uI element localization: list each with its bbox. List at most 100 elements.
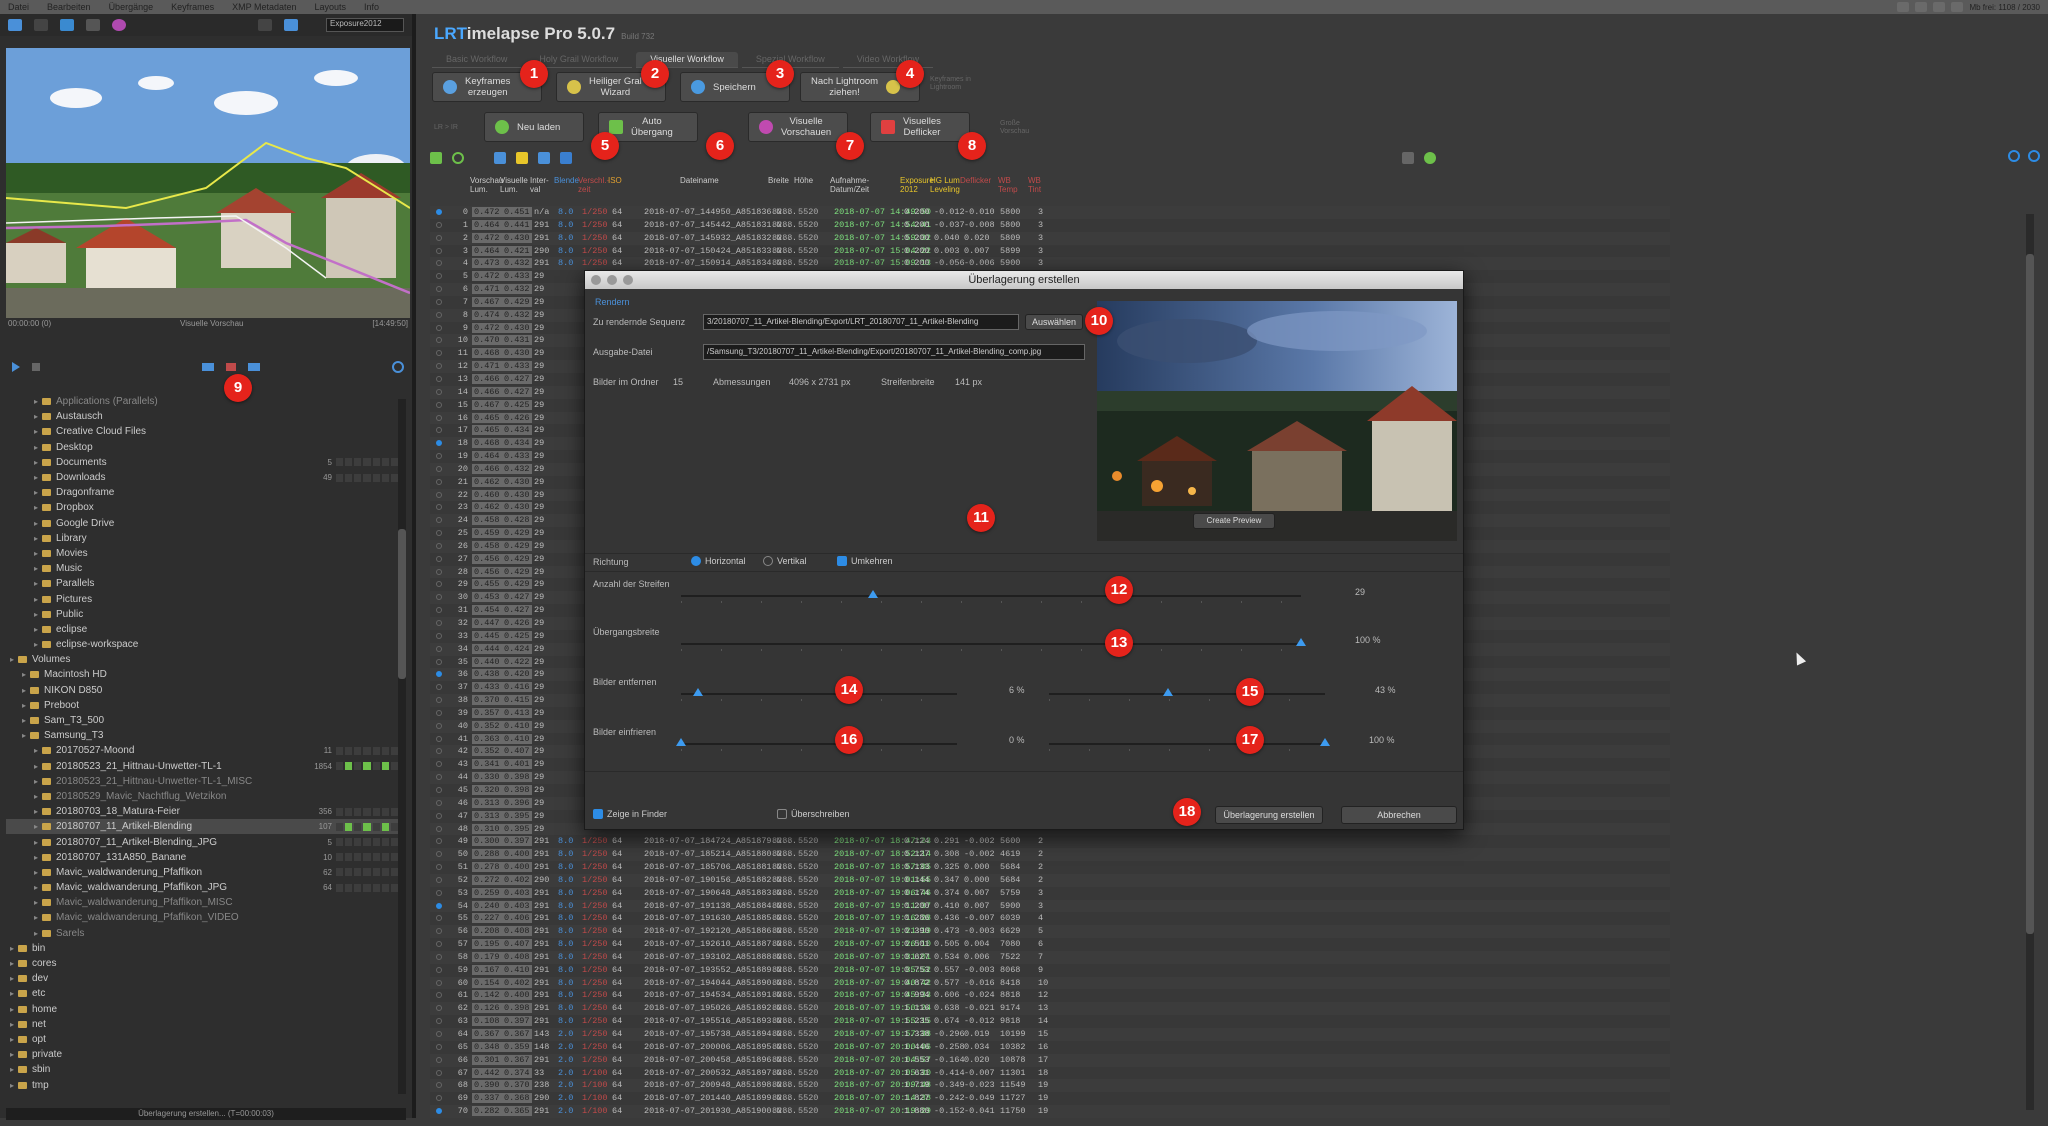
folder-tree-item[interactable]: ▸ eclipse — [6, 622, 398, 637]
folder-tree-item[interactable]: ▸ cores — [6, 956, 398, 971]
folder-tree-item[interactable]: ▸ Public — [6, 607, 398, 622]
table-row[interactable]: 56 0.208 0.408 291 8.0 1/250 64 2018-07-07_1921… — [430, 925, 1670, 939]
row-marker-icon[interactable] — [436, 414, 442, 421]
folder-tree-item[interactable]: ▸ Library — [6, 531, 398, 546]
menu-item-xmp[interactable]: XMP Metadaten — [232, 2, 296, 12]
folder-tree-item[interactable]: ▸ Documents 5 — [6, 455, 398, 470]
folder-tree-item[interactable]: ▸ Applications (Parallels) — [6, 394, 398, 409]
freeze-left-slider[interactable] — [676, 737, 957, 751]
disclosure-icon[interactable]: ▸ — [34, 412, 42, 421]
visual-deflicker-button[interactable]: Visuelles Deflicker — [870, 112, 970, 142]
parameter-field[interactable]: Exposure2012 — [326, 18, 404, 32]
folder-tree-item[interactable]: ▸ Desktop — [6, 440, 398, 455]
folder-tree-item[interactable]: ▸ net — [6, 1017, 398, 1032]
folder-tree-item[interactable]: ▸ 20180523_21_Hittnau-Unwetter-TL-1 1854 — [6, 759, 398, 774]
table-row[interactable]: 64 0.367 0.367 143 2.0 1/250 64 2018-07-07_1957… — [430, 1028, 1670, 1041]
row-marker-icon[interactable] — [436, 247, 442, 254]
menu-item-datei[interactable]: Datei — [8, 2, 29, 12]
play-green-icon[interactable] — [1424, 152, 1436, 164]
close-icon[interactable] — [591, 275, 601, 285]
table-row[interactable]: 49 0.300 0.397 291 8.0 1/250 64 2018-07-07_1847… — [430, 835, 1670, 849]
export-icon[interactable] — [494, 152, 506, 164]
row-marker-icon[interactable] — [436, 774, 442, 781]
visual-previews-button[interactable]: Visuelle Vorschauen — [748, 112, 848, 142]
row-marker-icon[interactable] — [436, 555, 442, 562]
table-row[interactable]: 4 0.473 0.432 291 8.0 1/250 64 2018-07-07_15091… — [430, 257, 1670, 271]
row-marker-icon[interactable] — [436, 992, 442, 999]
table-row[interactable]: 55 0.227 0.406 291 8.0 1/250 64 2018-07-07_1916… — [430, 912, 1670, 926]
folder-tree-item[interactable]: ▸ Austausch — [6, 409, 398, 424]
freeze-right-slider[interactable] — [1049, 737, 1330, 751]
table-row[interactable]: 58 0.179 0.408 291 8.0 1/250 64 2018-07-07_1931… — [430, 950, 1670, 964]
row-marker-icon[interactable] — [436, 453, 442, 460]
folder-tree-item[interactable]: ▸ Dragonframe — [6, 485, 398, 500]
row-marker-icon[interactable] — [436, 530, 442, 537]
folder-tree-item[interactable]: ▸ Downloads 49 — [6, 470, 398, 485]
folder-tree-item[interactable]: ▸ Mavic_waldwanderung_Pfaffikon_VIDEO — [6, 910, 398, 925]
disclosure-icon[interactable]: ▸ — [34, 746, 42, 755]
column-header[interactable]: Aufnahme- Datum/Zeit — [830, 176, 869, 194]
table-row[interactable]: 63 0.108 0.397 291 8.0 1/250 64 2018-07-07_1955… — [430, 1015, 1670, 1028]
folder-tree-item[interactable]: ▸ sbin — [6, 1062, 398, 1077]
table-row[interactable]: 50 0.288 0.400 291 8.0 1/250 64 2018-07-07_1852… — [430, 848, 1670, 862]
row-marker-icon[interactable] — [436, 761, 442, 768]
folder-tree-item[interactable]: ▸ tmp — [6, 1077, 398, 1092]
folder-tree-item[interactable]: ▸ Volumes — [6, 652, 398, 667]
row-marker-icon[interactable] — [436, 311, 442, 318]
row-marker-icon[interactable] — [436, 620, 442, 626]
table-row[interactable]: 69 0.337 0.368 290 2.0 1/100 64 2018-07-07_2014… — [430, 1092, 1670, 1106]
folder-tree-item[interactable]: ▸ Mavic_waldwanderung_Pfaffikon_MISC — [6, 895, 398, 910]
menu-item-layouts[interactable]: Layouts — [315, 2, 347, 12]
row-marker-icon[interactable] — [436, 645, 442, 652]
row-marker-icon[interactable] — [436, 568, 442, 575]
row-marker-icon[interactable] — [436, 298, 442, 305]
table-row[interactable]: 51 0.278 0.400 291 8.0 1/250 64 2018-07-07_1857… — [430, 861, 1670, 874]
disclosure-icon[interactable]: ▸ — [34, 579, 42, 588]
column-header[interactable]: Deflicker — [960, 176, 991, 185]
filter-dark-icon[interactable] — [248, 363, 260, 371]
disclosure-icon[interactable]: ▸ — [34, 929, 42, 938]
sequence-field[interactable]: 3/20180707_11_Artikel-Blending/Export/LR… — [703, 314, 1019, 330]
row-marker-icon[interactable] — [436, 838, 442, 845]
disclosure-icon[interactable]: ▸ — [10, 1005, 18, 1014]
disclosure-icon[interactable]: ▸ — [34, 838, 42, 847]
column-header[interactable]: Verschl.- zeit — [578, 176, 609, 194]
folder-tree-item[interactable]: ▸ Parallels — [6, 576, 398, 591]
row-marker-icon[interactable] — [436, 799, 442, 806]
disclosure-icon[interactable]: ▸ — [10, 1050, 18, 1059]
strips-slider[interactable] — [681, 589, 1301, 603]
folder-tree-item[interactable]: ▸ bin — [6, 941, 398, 956]
row-marker-icon[interactable] — [436, 465, 442, 472]
disclosure-icon[interactable]: ▸ — [34, 534, 42, 543]
row-marker-icon[interactable] — [436, 941, 442, 948]
folder-tree-item[interactable]: ▸ eclipse-workspace — [6, 637, 398, 652]
row-marker-icon[interactable] — [436, 1069, 442, 1076]
menu-item-uebergaenge[interactable]: Übergänge — [109, 2, 154, 12]
disclosure-icon[interactable]: ▸ — [34, 898, 42, 907]
disclosure-icon[interactable]: ▸ — [34, 549, 42, 558]
row-marker-icon[interactable] — [436, 286, 442, 293]
disclosure-icon[interactable]: ▸ — [34, 503, 42, 512]
disclosure-icon[interactable]: ▸ — [34, 868, 42, 877]
disclosure-icon[interactable]: ▸ — [10, 1081, 18, 1090]
folder-tree-scrollbar[interactable] — [398, 399, 406, 1094]
table-row[interactable]: 68 0.390 0.370 238 2.0 1/100 64 2018-07-07_2009… — [430, 1079, 1670, 1093]
column-header[interactable]: WB Tint — [1028, 176, 1041, 194]
slider-thumb[interactable] — [676, 738, 686, 746]
table-icon[interactable] — [430, 152, 442, 164]
keyframe-marker-icon[interactable] — [436, 902, 442, 909]
help-icon[interactable] — [2028, 150, 2040, 162]
row-marker-icon[interactable] — [436, 337, 442, 344]
slider-thumb[interactable] — [1162, 688, 1173, 696]
filter-blue-icon[interactable] — [202, 363, 214, 371]
settings-icon[interactable] — [2008, 150, 2020, 162]
row-marker-icon[interactable] — [436, 363, 442, 370]
row-marker-icon[interactable] — [436, 658, 442, 665]
refresh-icon[interactable] — [392, 361, 404, 373]
folder-tree-item[interactable]: ▸ opt — [6, 1032, 398, 1047]
slider-thumb[interactable] — [1320, 738, 1330, 746]
row-marker-icon[interactable] — [436, 632, 442, 639]
folder-tree-item[interactable]: ▸ 20180529_Mavic_Nachtflug_Wetzikon — [6, 789, 398, 804]
disclosure-icon[interactable]: ▸ — [10, 989, 18, 998]
folder-tree-item[interactable]: ▸ etc — [6, 986, 398, 1001]
